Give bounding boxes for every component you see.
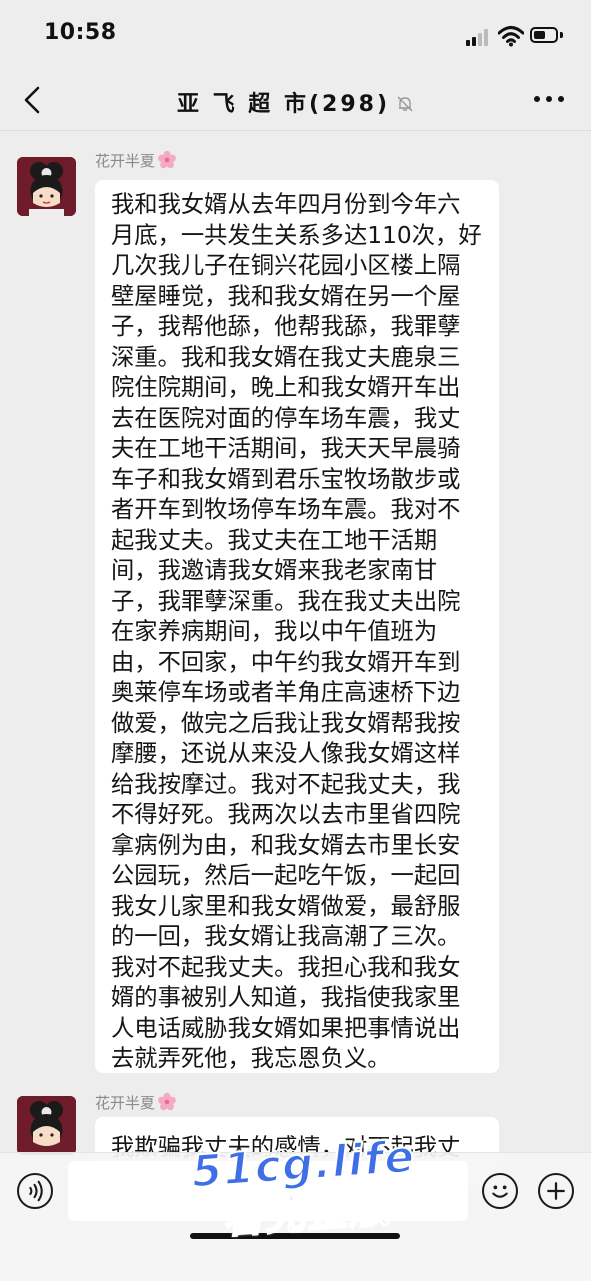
chat-title: 亚 飞 超 市(298) <box>0 86 591 118</box>
avatar[interactable] <box>17 1096 76 1155</box>
chat-title-text: 亚 飞 超 市(298) <box>176 92 390 117</box>
status-bar: 10:58 <box>0 0 591 72</box>
wifi-icon <box>498 26 524 47</box>
sender-name: 花开半夏 <box>95 1092 177 1113</box>
message-input[interactable] <box>68 1161 468 1221</box>
voice-icon[interactable] <box>17 1173 53 1209</box>
signal-icon <box>466 28 492 46</box>
avatar[interactable] <box>17 157 76 216</box>
bell-slash-icon <box>397 96 413 112</box>
input-bar <box>0 1152 591 1281</box>
plus-icon[interactable] <box>538 1173 574 1209</box>
chat-header: 亚 飞 超 市(298) <box>0 72 591 131</box>
home-indicator <box>190 1233 400 1239</box>
status-time: 10:58 <box>44 20 117 45</box>
smiley-icon[interactable] <box>482 1173 518 1209</box>
battery-icon <box>530 27 558 43</box>
ellipsis-icon[interactable] <box>534 96 564 106</box>
cherry-blossom-icon <box>158 1092 176 1111</box>
message-bubble[interactable]: 我和我女婿从去年四月份到今年六月底，一共发生关系多达110次，好几次我儿子在铜兴… <box>95 180 499 1073</box>
sender-name: 花开半夏 <box>95 150 177 171</box>
message-text: 我和我女婿从去年四月份到今年六月底，一共发生关系多达110次，好几次我儿子在铜兴… <box>111 191 482 1072</box>
cherry-blossom-icon <box>158 150 176 169</box>
